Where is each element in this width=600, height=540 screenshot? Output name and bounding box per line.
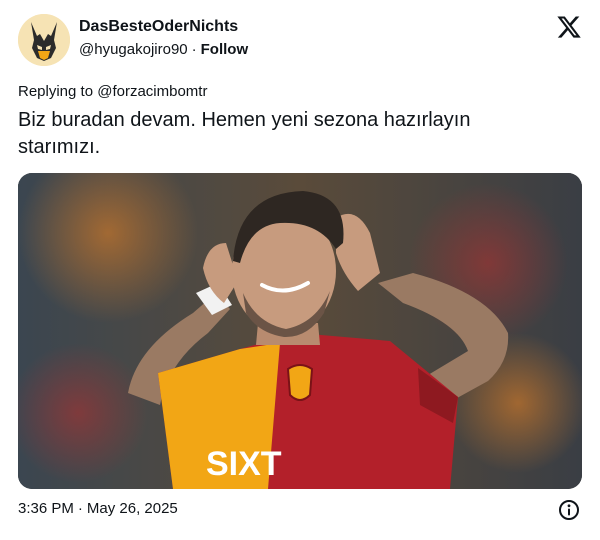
x-logo-icon[interactable] bbox=[556, 14, 582, 40]
author-avatar[interactable] bbox=[18, 14, 70, 66]
player-celebration-photo: SIXT bbox=[18, 173, 582, 489]
tweet-date: May 26, 2025 bbox=[86, 500, 178, 517]
replying-to-label: Replying to bbox=[18, 83, 94, 100]
reply-mention-link[interactable]: @forzacimbomtr bbox=[97, 83, 207, 100]
author-meta-line: @hyugakojiro90 · Follow bbox=[79, 41, 248, 58]
timestamp-separator: · bbox=[77, 500, 83, 517]
info-icon[interactable] bbox=[558, 499, 580, 521]
tweet-text: Biz buradan devam. Hemen yeni sezona haz… bbox=[18, 109, 471, 158]
replying-to-line: Replying to @forzacimbomtr bbox=[18, 83, 207, 100]
author-handle[interactable]: @hyugakojiro90 bbox=[79, 41, 188, 58]
tweet-card: DasBesteOderNichts @hyugakojiro90 · Follow… bbox=[0, 0, 600, 540]
tweet-media-photo[interactable]: SIXT bbox=[18, 173, 582, 489]
meta-separator: · bbox=[191, 41, 197, 58]
follow-button[interactable]: Follow bbox=[201, 41, 249, 58]
author-display-name[interactable]: DasBesteOderNichts bbox=[79, 18, 238, 36]
tweet-timestamp[interactable]: 3:36 PM · May 26, 2025 bbox=[18, 500, 178, 517]
tweet-time: 3:36 PM bbox=[18, 500, 74, 517]
jersey-sponsor-text: SIXT bbox=[206, 445, 282, 483]
wolverine-mask-icon bbox=[18, 14, 70, 66]
